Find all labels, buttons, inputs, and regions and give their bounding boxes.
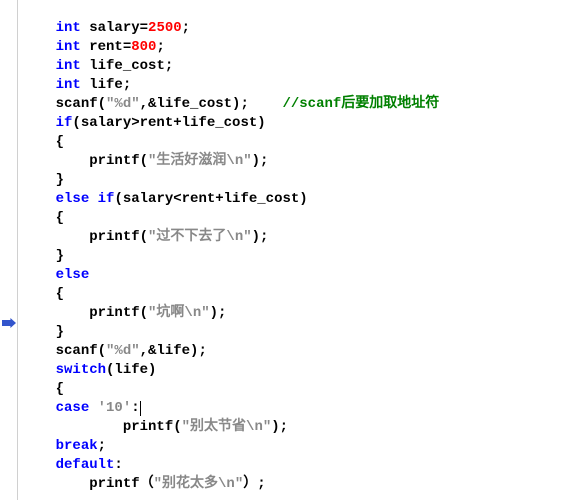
code-line: int salary=2500; xyxy=(22,19,575,38)
keyword: else xyxy=(56,267,90,283)
code-line: default: xyxy=(22,456,575,475)
keyword: int xyxy=(56,58,81,74)
code-line: switch(life) xyxy=(22,361,575,380)
code-line: { xyxy=(22,133,575,152)
gutter xyxy=(0,0,18,500)
keyword: int xyxy=(56,20,81,36)
code-editor[interactable]: int salary=2500; int rent=800; int life_… xyxy=(18,0,575,494)
keyword: default xyxy=(56,457,115,473)
keyword: int xyxy=(56,39,81,55)
keyword: case xyxy=(56,400,90,416)
code-line: int rent=800; xyxy=(22,38,575,57)
code-line: else if(salary<rent+life_cost) xyxy=(22,190,575,209)
keyword: if xyxy=(98,191,115,207)
code-line: { xyxy=(22,380,575,399)
code-line: } xyxy=(22,171,575,190)
code-line: scanf("%d",&life_cost); //scanf后要加取地址符 xyxy=(22,95,575,114)
code-line: printf("别太节省\n"); xyxy=(22,418,575,437)
code-line xyxy=(22,0,575,19)
keyword: break xyxy=(56,438,98,454)
code-line: if(salary>rent+life_cost) xyxy=(22,114,575,133)
comment: //scanf后要加取地址符 xyxy=(282,96,439,112)
keyword: if xyxy=(56,115,73,131)
code-line: case '10': xyxy=(22,399,575,418)
code-line: } xyxy=(22,323,575,342)
code-line: { xyxy=(22,285,575,304)
keyword: else xyxy=(56,191,90,207)
code-line: printf("生活好滋润\n"); xyxy=(22,152,575,171)
code-line: { xyxy=(22,209,575,228)
keyword: switch xyxy=(56,362,106,378)
text-cursor xyxy=(140,401,141,416)
code-line: printf("坑啊\n"); xyxy=(22,304,575,323)
code-line: else xyxy=(22,266,575,285)
code-line: printf（"别花太多\n"）; xyxy=(22,475,575,494)
code-line: break; xyxy=(22,437,575,456)
code-line: int life; xyxy=(22,76,575,95)
code-line: scanf("%d",&life); xyxy=(22,342,575,361)
code-line: } xyxy=(22,247,575,266)
keyword: int xyxy=(56,77,81,93)
code-line: printf("过不下去了\n"); xyxy=(22,228,575,247)
code-line: int life_cost; xyxy=(22,57,575,76)
